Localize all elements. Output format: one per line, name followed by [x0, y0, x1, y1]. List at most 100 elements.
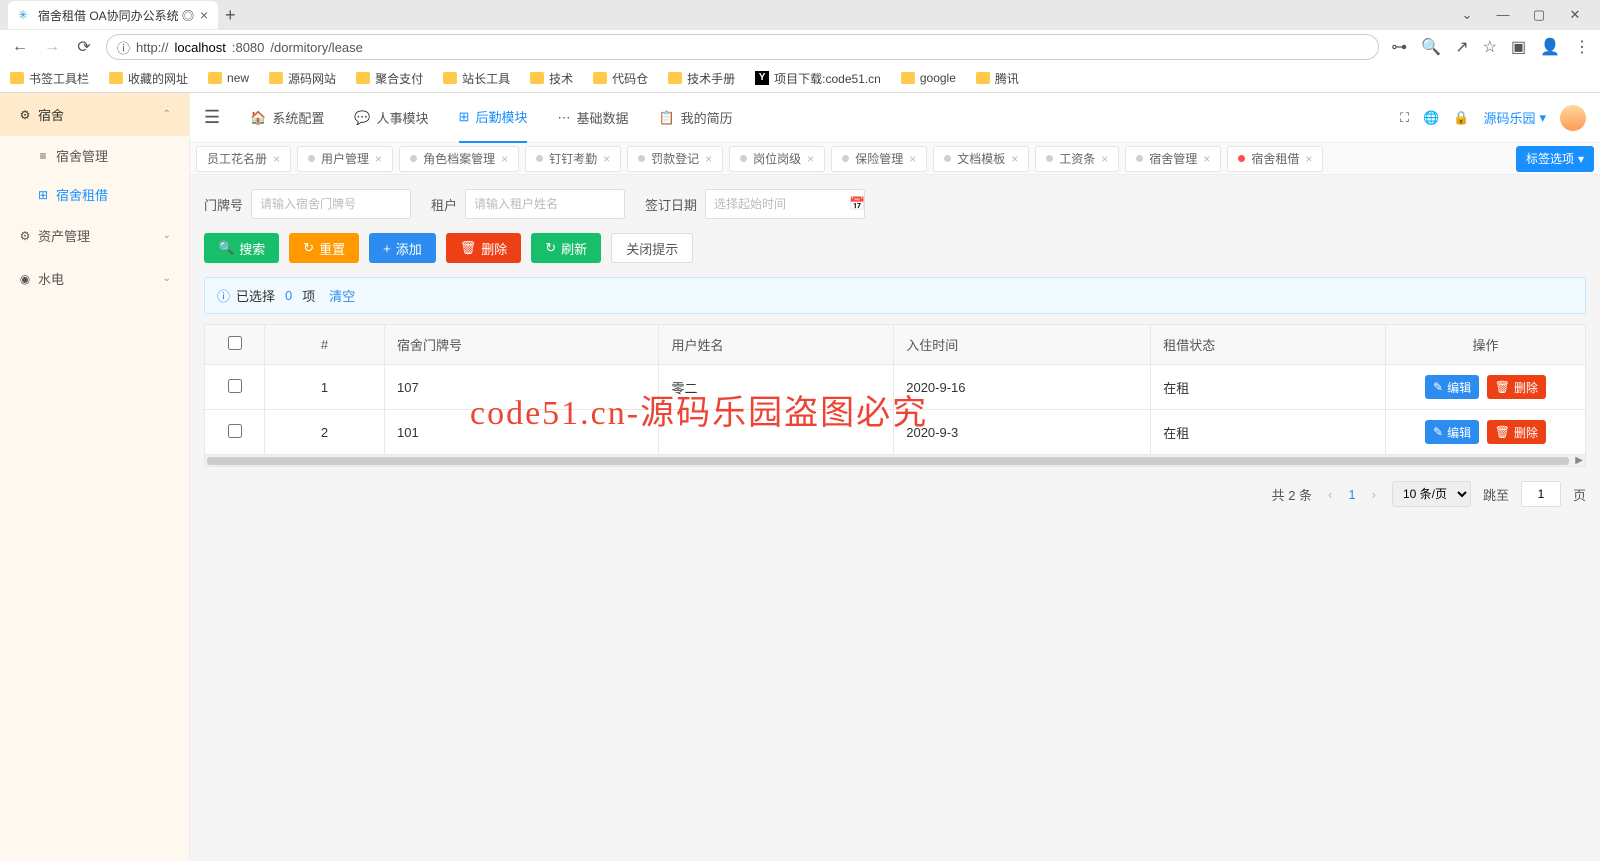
next-page-button[interactable]: ›: [1368, 487, 1380, 502]
nav-logistics[interactable]: ⊞后勤模块: [459, 93, 528, 143]
url-input[interactable]: ⓘ http://localhost:8080/dormitory/lease: [106, 34, 1379, 60]
close-icon[interactable]: ×: [501, 152, 508, 166]
close-icon[interactable]: ×: [375, 152, 382, 166]
sidebar-item-dorm-manage[interactable]: ≡ 宿舍管理: [0, 136, 189, 175]
bookmark-item[interactable]: 代码仓: [593, 70, 648, 87]
maximize-icon[interactable]: ▢: [1530, 7, 1548, 23]
prev-page-button[interactable]: ‹: [1324, 487, 1336, 502]
close-icon[interactable]: ×: [1011, 152, 1018, 166]
bookmark-item[interactable]: 腾讯: [976, 70, 1019, 87]
page-size-select[interactable]: 10 条/页: [1392, 481, 1471, 507]
reset-button[interactable]: ↻重置: [289, 233, 359, 263]
page-tab[interactable]: 工资条×: [1035, 146, 1119, 172]
bookmark-item[interactable]: new: [208, 71, 249, 85]
back-icon[interactable]: ←: [10, 38, 30, 56]
row-delete-button[interactable]: 🗑删除: [1487, 375, 1546, 399]
minimize-icon[interactable]: —: [1494, 7, 1512, 23]
lock-icon[interactable]: 🔒: [1453, 110, 1469, 126]
chevron-down-icon[interactable]: ⌄: [1458, 7, 1476, 23]
close-icon[interactable]: ×: [807, 152, 814, 166]
select-all-checkbox[interactable]: [228, 336, 242, 350]
bookmark-item[interactable]: Y项目下载:code51.cn: [755, 70, 881, 87]
key-icon[interactable]: ⊶: [1391, 37, 1407, 57]
sidebar-group-assets[interactable]: ⚙ 资产管理 ⌄: [0, 214, 189, 257]
nav-basedata[interactable]: ⋯基础数据: [557, 93, 628, 143]
menu-icon[interactable]: ⋮: [1574, 37, 1590, 57]
page-tab[interactable]: 角色档案管理×: [399, 146, 519, 172]
bookmark-item[interactable]: 源码网站: [269, 70, 336, 87]
star-icon[interactable]: ☆: [1483, 37, 1497, 57]
reload-icon[interactable]: ⟳: [74, 37, 94, 57]
hamburger-icon[interactable]: ☰: [204, 107, 220, 128]
current-page[interactable]: 1: [1348, 487, 1355, 502]
browser-chrome: ✳ 宿舍租借 OA协同办公系统 ◎ × + ⌄ — ▢ ✕ ← → ⟳ ⓘ ht…: [0, 0, 1600, 93]
circle-icon: ◉: [18, 272, 32, 286]
add-button[interactable]: +添加: [369, 233, 436, 263]
profile-icon[interactable]: 👤: [1540, 37, 1560, 57]
scroll-right-icon[interactable]: ▶: [1575, 455, 1583, 466]
close-icon[interactable]: ×: [1101, 152, 1108, 166]
forward-icon[interactable]: →: [42, 38, 62, 56]
nav-hr[interactable]: 💬人事模块: [354, 93, 428, 143]
bookmark-item[interactable]: 聚合支付: [356, 70, 423, 87]
calendar-icon[interactable]: 📅: [849, 196, 865, 212]
close-icon[interactable]: ×: [909, 152, 916, 166]
page-tab[interactable]: 用户管理×: [297, 146, 393, 172]
delete-button[interactable]: 🗑删除: [446, 233, 522, 263]
close-icon[interactable]: ×: [1203, 152, 1210, 166]
search-icon[interactable]: 🔍: [1421, 37, 1441, 57]
sidebar-group-utilities[interactable]: ◉ 水电 ⌄: [0, 257, 189, 300]
bookmark-item[interactable]: 站长工具: [443, 70, 510, 87]
bookmark-item[interactable]: 书签工具栏: [10, 70, 89, 87]
close-icon[interactable]: ×: [705, 152, 712, 166]
row-checkbox[interactable]: [228, 424, 242, 438]
sidebar-item-dorm-lease[interactable]: ⊞ 宿舍租借: [0, 175, 189, 214]
plus-icon: +: [383, 241, 391, 256]
date-input[interactable]: [705, 189, 865, 219]
close-window-icon[interactable]: ✕: [1566, 7, 1584, 23]
share-icon[interactable]: ↗: [1455, 37, 1468, 57]
page-tab[interactable]: 宿舍管理×: [1125, 146, 1221, 172]
globe-icon[interactable]: 🌐: [1423, 110, 1439, 126]
close-icon[interactable]: ×: [1305, 152, 1312, 166]
extensions-icon[interactable]: ▣: [1511, 37, 1526, 57]
scrollbar-thumb[interactable]: [207, 457, 1569, 465]
bookmark-item[interactable]: 收藏的网址: [109, 70, 188, 87]
user-dropdown[interactable]: 源码乐园▾: [1483, 108, 1546, 127]
search-button[interactable]: 🔍搜索: [204, 233, 279, 263]
door-input[interactable]: [251, 189, 411, 219]
bookmark-item[interactable]: 技术手册: [668, 70, 735, 87]
tenant-input[interactable]: [465, 189, 625, 219]
close-icon[interactable]: ×: [200, 7, 208, 23]
edit-button[interactable]: ✎编辑: [1425, 420, 1479, 444]
page-tab[interactable]: 罚款登记×: [627, 146, 723, 172]
page-tab-active[interactable]: 宿舍租借×: [1227, 146, 1323, 172]
tab-options-button[interactable]: 标签选项▾: [1516, 146, 1594, 172]
page-tab[interactable]: 保险管理×: [831, 146, 927, 172]
refresh-button[interactable]: ↻刷新: [531, 233, 601, 263]
gear-icon: ⚙: [18, 108, 32, 122]
data-table: # 宿舍门牌号 用户姓名 入住时间 租借状态 操作 1 107 零二 2020: [204, 324, 1586, 455]
sidebar-group-dorm[interactable]: ⚙ 宿舍 ⌃: [0, 93, 189, 136]
row-delete-button[interactable]: 🗑删除: [1487, 420, 1546, 444]
nav-resume[interactable]: 📋我的简历: [658, 93, 732, 143]
clear-selection[interactable]: 清空: [329, 286, 355, 305]
edit-button[interactable]: ✎编辑: [1425, 375, 1479, 399]
close-icon[interactable]: ×: [273, 152, 280, 166]
new-tab-button[interactable]: +: [218, 5, 242, 26]
page-tab[interactable]: 员工花名册×: [196, 146, 291, 172]
close-icon[interactable]: ×: [603, 152, 610, 166]
horizontal-scrollbar[interactable]: ▶: [204, 455, 1586, 467]
page-tab[interactable]: 钉钉考勤×: [525, 146, 621, 172]
fullscreen-icon[interactable]: ⛶: [1400, 110, 1409, 126]
browser-tab[interactable]: ✳ 宿舍租借 OA协同办公系统 ◎ ×: [8, 1, 218, 29]
row-checkbox[interactable]: [228, 379, 242, 393]
goto-page-input[interactable]: [1521, 481, 1561, 507]
avatar[interactable]: [1560, 105, 1586, 131]
nav-system[interactable]: 🏠系统配置: [250, 93, 324, 143]
bookmark-item[interactable]: google: [901, 71, 956, 85]
close-tip-button[interactable]: 关闭提示: [611, 233, 693, 263]
page-tab[interactable]: 岗位岗级×: [729, 146, 825, 172]
page-tab[interactable]: 文档模板×: [933, 146, 1029, 172]
bookmark-item[interactable]: 技术: [530, 70, 573, 87]
